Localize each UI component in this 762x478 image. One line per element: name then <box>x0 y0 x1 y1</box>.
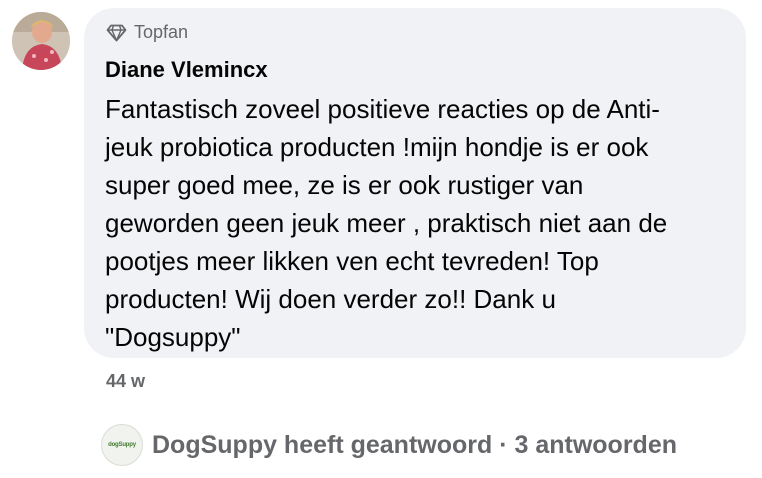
comment-bubble: Topfan Diane Vlemincx Fantastisch zoveel… <box>84 8 746 358</box>
view-replies-button[interactable]: dogSuppy DogSuppy heeft geantwoord · 3 a… <box>101 424 677 466</box>
replies-summary[interactable]: DogSuppy heeft geantwoord · 3 antwoorden <box>152 431 677 460</box>
diamond-icon <box>106 24 127 41</box>
comment-text: Fantastisch zoveel positieve reacties op… <box>105 94 668 352</box>
comment-timestamp[interactable]: 44 w <box>106 371 145 392</box>
replier-avatar: dogSuppy <box>101 424 143 466</box>
badge-label: Topfan <box>134 22 189 42</box>
topfan-badge[interactable]: Topfan <box>106 22 188 43</box>
commenter-photo <box>12 12 70 70</box>
commenter-avatar[interactable] <box>12 12 70 70</box>
author-name[interactable]: Diane Vlemincx <box>105 57 268 83</box>
replier-logo-text: dogSuppy <box>108 442 136 448</box>
